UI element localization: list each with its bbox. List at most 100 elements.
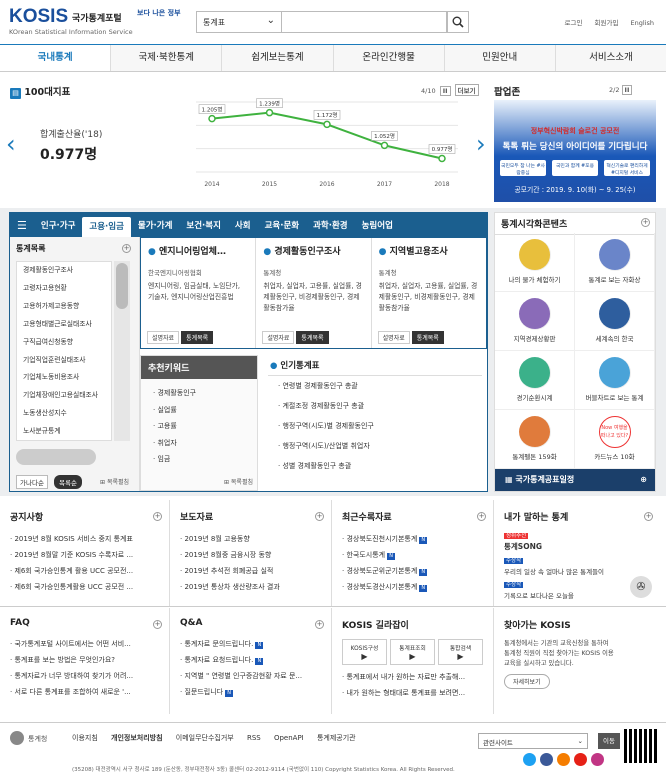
footer-link[interactable]: OpenAPI [274,734,304,742]
visual-item[interactable]: 지역경제상황판 [495,292,575,351]
tab-science[interactable]: 과학·환경 [306,219,355,231]
visual-item[interactable]: 버블차트로 보는 통계 [575,351,655,410]
data-point[interactable] [380,141,389,150]
stat-list-button[interactable]: 통계목록 [411,331,444,344]
list-item[interactable]: · 제6회 국가승인통계 활용 UCC 공모전... [10,563,159,579]
next-arrow-icon[interactable]: › [476,130,486,158]
award-item[interactable]: 우리의 일상 속 얼마나 많은 통계들이 [504,566,656,576]
list-item[interactable]: 고령자고용현황 [17,280,111,298]
list-item[interactable]: 노사분규통계 [17,423,111,440]
plus-icon[interactable]: + [644,512,653,521]
popular-item[interactable]: · 행정구역(시도)별 경제활동인구 [264,416,486,436]
description-button[interactable]: 설명자료 [262,331,295,344]
visual-item[interactable]: Now 여행을 떠나고 있다? 카드뉴스 10화 [575,410,655,469]
kosis-structure-button[interactable]: KOSIS구성 ▶ [342,639,387,665]
popular-item[interactable]: · 행정구역(시도)/산업별 취업자 [264,436,486,456]
twitter-icon[interactable] [523,753,536,766]
blog-icon[interactable] [557,753,570,766]
list-item[interactable]: · 2019년 8월말 기준 KOSIS 수록자료 ... [10,547,159,563]
list-item[interactable]: · 경상북도경산시기본통계 N [342,579,483,595]
signup-link[interactable]: 회원가입 [595,19,619,27]
list-item[interactable]: 고용형태별근로실태조사 [17,316,111,334]
search-input[interactable] [281,11,447,33]
list-item[interactable]: · 2019년 8월 고용동향 [180,531,321,547]
data-point[interactable] [323,120,331,129]
description-button[interactable]: 설명자료 [377,331,410,344]
list-item[interactable]: · 내가 원하는 형태대로 통계표를 보려면... [342,685,483,701]
list-item[interactable]: · 통계자료 요청드립니다. N [180,652,321,668]
prev-arrow-icon[interactable]: ‹ [6,130,16,158]
plus-icon[interactable]: + [122,244,131,253]
menu-icon[interactable]: ☰ [10,219,34,232]
list-item[interactable]: · 2019년 8월중 금융시장 동향 [180,547,321,563]
login-link[interactable]: 로그인 [564,19,582,27]
scrollbar-thumb[interactable] [116,263,128,309]
list-item[interactable]: 경제활동인구조사 [17,262,111,280]
list-item[interactable]: · 2019년 통상차 생산량조사 결과 [180,579,321,595]
popup-banner[interactable]: 정부혁신박람회 슬로건 공모전 톡톡 튀는 당신의 아이디어를 기다립니다 국민… [494,100,656,202]
keyword-item[interactable]: · 실업률 [141,402,257,419]
visual-item[interactable]: 세계속의 한국 [575,292,655,351]
list-item[interactable]: 노동생산성지수 [17,405,111,423]
list-item[interactable]: · 통계표를 보는 방법은 무엇인가요? [10,652,159,668]
stat-card[interactable]: ● 지역별고용조사 통계청 취업자, 실업자, 고용률, 실업률, 경제활동인구… [372,238,486,348]
footer-link[interactable]: 통계제공기관 [317,734,356,742]
instagram-icon[interactable] [591,753,604,766]
list-item[interactable]: · 경상북도진천시기본통계 N [342,531,483,547]
horizontal-scrollbar[interactable] [16,449,96,465]
plus-icon[interactable]: + [153,620,162,629]
stat-card[interactable]: ● 엔지니어링업체… 한국엔지니어링협회 엔지니어링, 임금실태, 노임단가, … [141,238,257,348]
related-sites-select[interactable]: 관련사이트 ⌄ [478,733,588,749]
kosis-logo[interactable]: KOSIS [9,6,68,28]
sort-list-tab[interactable]: 목록순 [54,475,82,489]
visual-item[interactable]: 통계로 보는 자화상 [575,233,655,292]
popular-item[interactable]: · 연령별 경제활동인구 총괄 [264,376,486,396]
list-item[interactable]: · 2019년 추석전 회폐공급 실적 [180,563,321,579]
plus-icon[interactable]: + [641,218,650,227]
plus-icon[interactable]: + [315,620,324,629]
list-item[interactable]: 기업체장애인고용실태조사 [17,387,111,405]
list-item[interactable]: 고용허가제고용동향 [17,298,111,316]
popular-item[interactable]: · 성별 경제활동인구 총괄 [264,456,486,476]
tab-society[interactable]: 사회 [228,219,258,231]
list-item[interactable]: · 제6회 국가승인통계활용 UCC 공모전 ... [10,579,159,595]
visit-more-button[interactable]: 자세히보기 [504,674,550,689]
tab-prices[interactable]: 물가·가계 [131,219,180,231]
facebook-icon[interactable] [540,753,553,766]
go-button[interactable]: 이동 [598,733,620,749]
expand-list-button[interactable]: ⊞ 목록펼침 [100,477,129,486]
scrollbar-track[interactable] [114,261,130,441]
nav-service-intro[interactable]: 서비스소개 [556,45,666,71]
data-point[interactable] [208,114,216,123]
tab-education[interactable]: 교육·문화 [258,219,307,231]
data-point[interactable] [438,154,446,163]
keyword-item[interactable]: · 임금 [141,451,257,468]
visual-item[interactable]: 나의 물가 체험하기 [495,233,575,292]
song-title[interactable]: 통계SONG [504,541,656,552]
footer-link[interactable]: 개인정보처리방침 [111,734,163,742]
nav-easy-stats[interactable]: 쉽게보는통계 [222,45,334,71]
list-item[interactable]: · 통계자료 문의드립니다. N [180,636,321,652]
tab-health[interactable]: 보건·복지 [179,219,228,231]
list-item[interactable]: · 질문드립니다 N [180,684,321,700]
nav-domestic-stats[interactable]: 국내통계 [0,45,112,71]
visual-item[interactable]: 통계펠톤 159화 [495,410,575,469]
keyword-item[interactable]: · 경제활동인구 [141,385,257,402]
stat-list-button[interactable]: 통계목록 [181,331,214,344]
popular-item[interactable]: · 계절조정 경제활동인구 총괄 [264,396,486,416]
description-button[interactable]: 설명자료 [147,331,180,344]
plus-icon[interactable]: + [153,512,162,521]
list-item[interactable]: · 통계자료가 너무 방대하여 찾기가 어려... [10,668,159,684]
nav-online-publications[interactable]: 온라인간행물 [334,45,445,71]
list-item[interactable]: · 2019년 8월 KOSIS 서비스 중지 통계표 [10,531,159,547]
stat-list-button[interactable]: 통계목록 [296,331,329,344]
expand-keywords-button[interactable]: ⊞ 목록펼침 [224,477,253,486]
plus-icon[interactable]: + [315,512,324,521]
stat-card[interactable]: ● 경제활동인구조사 통계청 취업자, 실업자, 고용률, 실업률, 경제활동인… [256,238,372,348]
list-item[interactable]: · 국가통계포털 사이트에서는 어떤 서비... [10,636,159,652]
nav-civil-service[interactable]: 민원안내 [445,45,556,71]
list-item[interactable]: 기업체노동비용조사 [17,369,111,387]
footer-link[interactable]: 이메일무단수집거부 [176,734,234,742]
tab-agriculture[interactable]: 농림어업 [355,219,400,231]
table-lookup-button[interactable]: 통계표조회 ▶ [390,639,435,665]
